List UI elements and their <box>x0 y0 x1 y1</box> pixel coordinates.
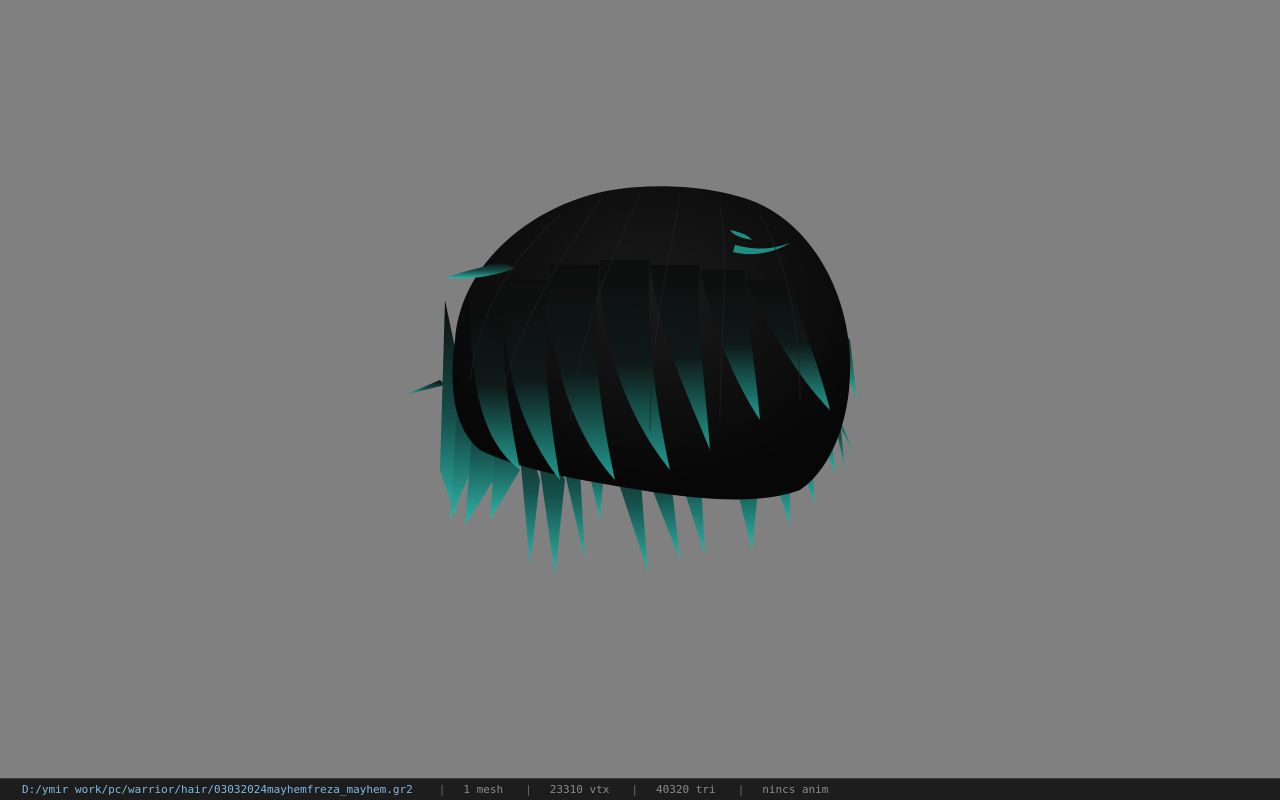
3d-viewport[interactable] <box>0 0 1280 778</box>
triangle-count-label: 40320 tri <box>655 783 716 796</box>
status-separator: | <box>438 783 446 796</box>
status-bar: D:/ymir work/pc/warrior/hair/03032024may… <box>0 778 1280 800</box>
vertex-count-label: 23310 vtx <box>549 783 610 796</box>
mesh-count-label: 1 mesh <box>463 783 504 796</box>
anim-status-label: nincs anim <box>762 783 829 796</box>
status-separator: | <box>525 783 532 796</box>
file-path-label: D:/ymir work/pc/warrior/hair/03032024may… <box>22 783 413 796</box>
status-separator: | <box>737 783 745 796</box>
status-separator: | <box>631 783 638 796</box>
hair-model-render[interactable] <box>0 0 1280 778</box>
